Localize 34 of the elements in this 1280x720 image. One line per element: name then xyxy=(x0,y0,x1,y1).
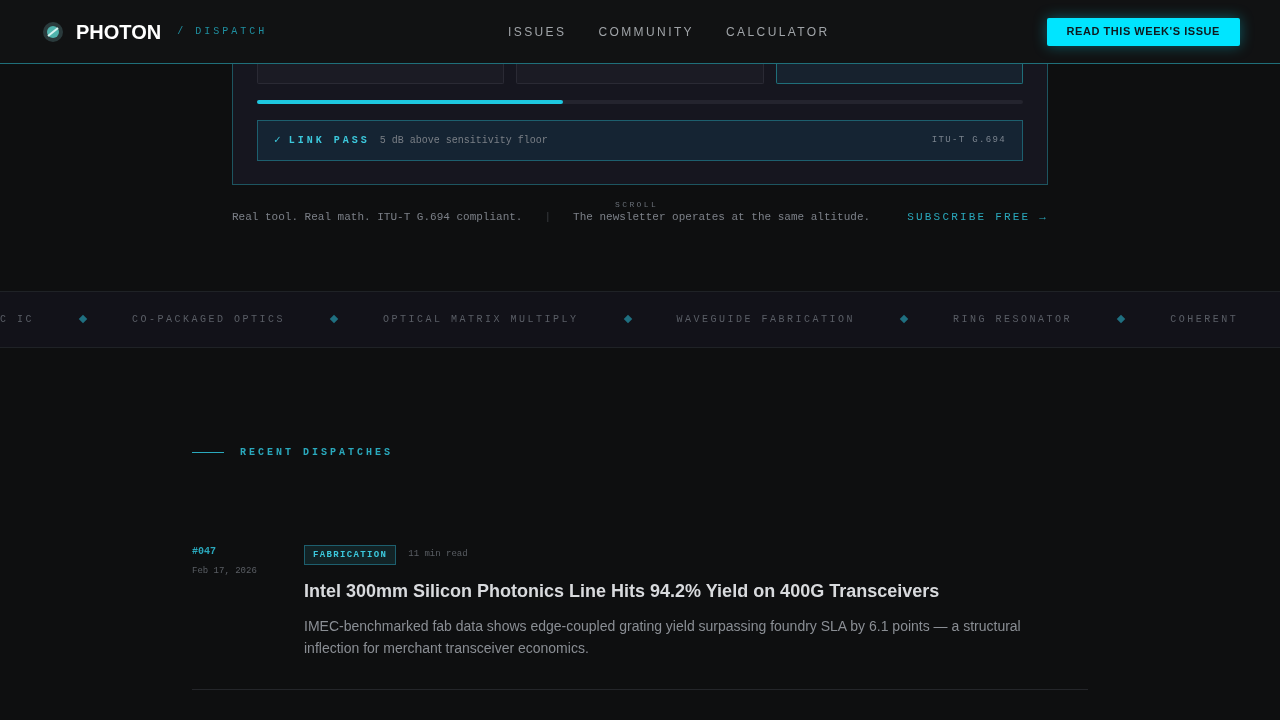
nav-link[interactable]: CALCULATOR xyxy=(726,23,830,41)
ticker-topic: COHERENT xyxy=(1170,312,1239,327)
nav-link[interactable]: COMMUNITY xyxy=(598,23,694,41)
ticker-topic: WAVEGUIDE FABRICATION xyxy=(676,312,856,327)
nav-link[interactable]: ISSUES xyxy=(508,23,567,41)
ticker-topic: RING RESONATOR xyxy=(953,312,1073,327)
category-tag[interactable]: FABRICATION xyxy=(304,544,397,565)
ticker-topic: CO-PACKAGED OPTICS xyxy=(132,312,286,327)
preset-card[interactable] xyxy=(775,64,1023,84)
result-status: LINK PASS xyxy=(288,134,370,148)
brand-name: PHOTON xyxy=(76,19,162,45)
preset-card[interactable] xyxy=(257,64,505,84)
standard-label: ITU-T G.694 xyxy=(931,133,1006,147)
separator: | xyxy=(544,210,552,225)
ticker-topic: C IC xyxy=(0,312,34,327)
issue-date: Feb 17, 2026 xyxy=(192,564,258,578)
result-detail: 5 dB above sensitivity floor xyxy=(379,134,548,148)
read-issue-button[interactable]: READ THIS WEEK'S ISSUE xyxy=(1046,17,1240,46)
scroll-hint: SCROLL xyxy=(615,199,659,211)
check-icon: ✓ xyxy=(274,132,281,149)
preset-card[interactable] xyxy=(516,64,764,84)
article-title[interactable]: Intel 300mm Silicon Photonics Line Hits 94.2% Yield on 400G Transceivers xyxy=(304,577,1044,605)
photon-logo-icon xyxy=(42,20,64,43)
subscribe-link[interactable]: SUBSCRIBE FREE → xyxy=(907,209,1048,226)
section-heading: RECENT DISPATCHES xyxy=(240,445,394,460)
tagline-text: Real tool. Real math. ITU-T G.694 compliant. xyxy=(232,210,523,225)
brand-link[interactable]: PHOTON xyxy=(42,16,162,47)
issue-number: #047 xyxy=(192,544,217,559)
newsletter-text: The newsletter operates at the same altitude. xyxy=(573,210,871,225)
heading-rule xyxy=(192,451,224,453)
ticker-topic: OPTICAL MATRIX MULTIPLY xyxy=(383,312,579,327)
section-label: / DISPATCH xyxy=(177,25,268,39)
read-time: 11 min read xyxy=(408,547,468,561)
article-summary: IMEC-benchmarked fab data shows edge-coupled grating yield surpassing foundry SLA by 6.1 points — a structural inflection for merchant transceiver economics. xyxy=(304,616,1022,658)
